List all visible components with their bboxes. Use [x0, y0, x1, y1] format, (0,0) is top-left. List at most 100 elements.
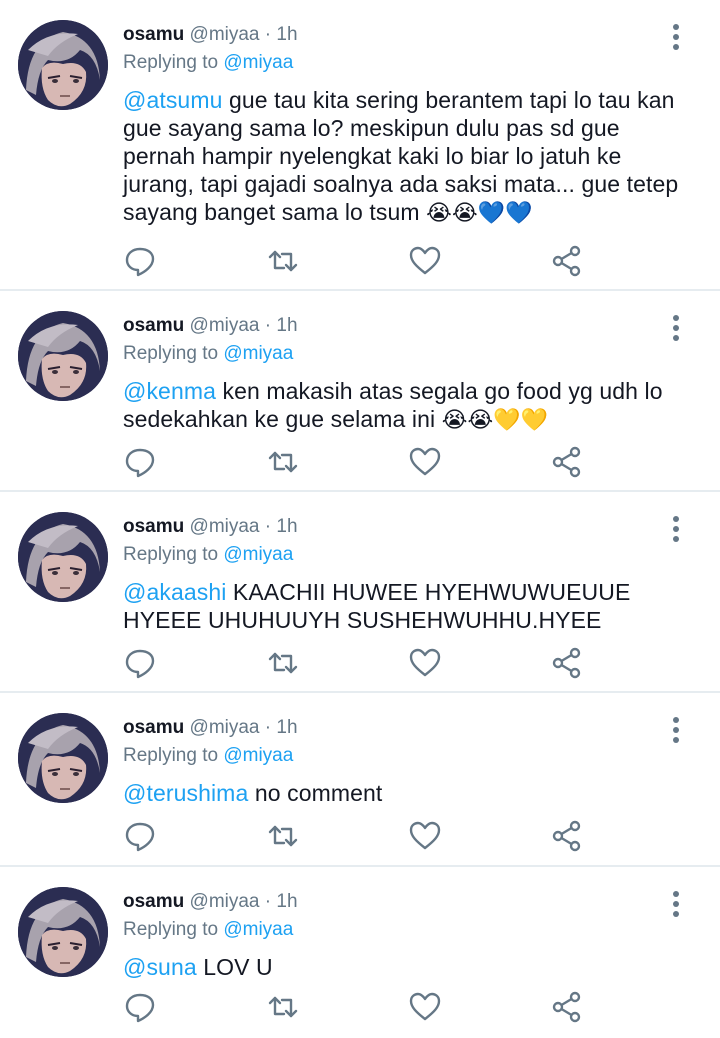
reply-icon[interactable] [123, 445, 157, 479]
author-name[interactable]: osamu [123, 516, 184, 537]
tweet-actions [123, 990, 593, 1024]
retweet-icon[interactable] [266, 646, 300, 680]
like-icon[interactable] [408, 244, 442, 278]
retweet-icon[interactable] [266, 819, 300, 853]
tweet[interactable]: osamu @miyaa · 1h Replying to @miyaa @at… [0, 0, 720, 291]
timestamp[interactable]: 1h [276, 891, 297, 912]
tweet-header: osamu @miyaa · 1h [123, 889, 696, 915]
mention-link[interactable]: @atsumu [123, 87, 222, 113]
replying-to-label: Replying to [123, 343, 219, 364]
reply-icon[interactable] [123, 646, 157, 680]
replying-to: Replying to @miyaa [123, 341, 696, 367]
author-handle[interactable]: @miyaa [190, 891, 260, 912]
replying-to-handle[interactable]: @miyaa [223, 544, 293, 565]
replying-to-label: Replying to [123, 544, 219, 565]
tweet-body: no comment [248, 780, 383, 806]
replying-to-label: Replying to [123, 52, 219, 73]
reply-icon[interactable] [123, 244, 157, 278]
mention-link[interactable]: @suna [123, 954, 197, 980]
reply-icon[interactable] [123, 819, 157, 853]
timestamp[interactable]: 1h [276, 315, 297, 336]
mention-link[interactable]: @akaashi [123, 579, 226, 605]
avatar[interactable] [18, 887, 108, 977]
like-icon[interactable] [408, 646, 442, 680]
like-icon[interactable] [408, 990, 442, 1024]
tweet-body: LOV U [196, 954, 273, 980]
tweet-text: @kenma ken makasih atas segala go food y… [123, 377, 696, 435]
like-icon[interactable] [408, 445, 442, 479]
separator-dot: · [264, 24, 272, 45]
tweet-actions [123, 819, 593, 853]
author-name[interactable]: osamu [123, 717, 184, 738]
replying-to-handle[interactable]: @miyaa [223, 919, 293, 940]
tweet-text: @suna LOV U [123, 953, 696, 981]
author-handle[interactable]: @miyaa [190, 315, 260, 336]
replying-to: Replying to @miyaa [123, 542, 696, 568]
share-icon[interactable] [550, 990, 584, 1024]
tweet-text: @akaashi KAACHII HUWEE HYEHWUWUEUUE HYEE… [123, 578, 696, 634]
timestamp[interactable]: 1h [276, 24, 297, 45]
timestamp[interactable]: 1h [276, 516, 297, 537]
replying-to-handle[interactable]: @miyaa [223, 745, 293, 766]
replying-to: Replying to @miyaa [123, 50, 696, 76]
tweet-actions [123, 646, 593, 680]
author-name[interactable]: osamu [123, 891, 184, 912]
like-icon[interactable] [408, 819, 442, 853]
emoji-sequence: 😭😭💙💙 [426, 201, 533, 226]
tweet-header: osamu @miyaa · 1h [123, 22, 696, 48]
share-icon[interactable] [550, 445, 584, 479]
share-icon[interactable] [550, 646, 584, 680]
avatar[interactable] [18, 713, 108, 803]
tweet-actions [123, 244, 593, 278]
tweet-content: osamu @miyaa · 1h Replying to @miyaa @ke… [123, 313, 696, 435]
mention-link[interactable]: @kenma [123, 378, 216, 404]
tweet-actions [123, 445, 593, 479]
tweet-content: osamu @miyaa · 1h Replying to @miyaa @ak… [123, 514, 696, 634]
tweet-content: osamu @miyaa · 1h Replying to @miyaa @su… [123, 889, 696, 981]
replying-to-handle[interactable]: @miyaa [223, 343, 293, 364]
author-handle[interactable]: @miyaa [190, 24, 260, 45]
reply-icon[interactable] [123, 990, 157, 1024]
avatar[interactable] [18, 20, 108, 110]
separator-dot: · [264, 891, 272, 912]
tweet-header: osamu @miyaa · 1h [123, 313, 696, 339]
more-options-icon[interactable] [672, 24, 680, 50]
tweet-feed: osamu @miyaa · 1h Replying to @miyaa @at… [0, 0, 720, 1038]
mention-link[interactable]: @terushima [123, 780, 248, 806]
timestamp[interactable]: 1h [276, 717, 297, 738]
tweet[interactable]: osamu @miyaa · 1h Replying to @miyaa @ke… [0, 291, 720, 492]
retweet-icon[interactable] [266, 445, 300, 479]
author-name[interactable]: osamu [123, 315, 184, 336]
more-options-icon[interactable] [672, 315, 680, 341]
avatar[interactable] [18, 512, 108, 602]
emoji-sequence: 😭😭💛💛 [441, 408, 549, 433]
tweet-header: osamu @miyaa · 1h [123, 715, 696, 741]
more-options-icon[interactable] [672, 516, 680, 542]
share-icon[interactable] [550, 819, 584, 853]
author-handle[interactable]: @miyaa [190, 516, 260, 537]
avatar[interactable] [18, 311, 108, 401]
more-options-icon[interactable] [672, 717, 680, 743]
tweet-header: osamu @miyaa · 1h [123, 514, 696, 540]
author-handle[interactable]: @miyaa [190, 717, 260, 738]
tweet[interactable]: osamu @miyaa · 1h Replying to @miyaa @su… [0, 867, 720, 1038]
tweet-content: osamu @miyaa · 1h Replying to @miyaa @at… [123, 22, 696, 228]
share-icon[interactable] [550, 244, 584, 278]
separator-dot: · [264, 315, 272, 336]
separator-dot: · [264, 516, 272, 537]
tweet-text: @atsumu gue tau kita sering berantem tap… [123, 86, 696, 228]
replying-to: Replying to @miyaa [123, 743, 696, 769]
author-name[interactable]: osamu [123, 24, 184, 45]
separator-dot: · [264, 717, 272, 738]
tweet-content: osamu @miyaa · 1h Replying to @miyaa @te… [123, 715, 696, 807]
replying-to-label: Replying to [123, 745, 219, 766]
tweet[interactable]: osamu @miyaa · 1h Replying to @miyaa @ak… [0, 492, 720, 693]
replying-to: Replying to @miyaa [123, 917, 696, 943]
more-options-icon[interactable] [672, 891, 680, 917]
retweet-icon[interactable] [266, 244, 300, 278]
tweet[interactable]: osamu @miyaa · 1h Replying to @miyaa @te… [0, 693, 720, 867]
replying-to-handle[interactable]: @miyaa [223, 52, 293, 73]
replying-to-label: Replying to [123, 919, 219, 940]
retweet-icon[interactable] [266, 990, 300, 1024]
tweet-text: @terushima no comment [123, 779, 696, 807]
